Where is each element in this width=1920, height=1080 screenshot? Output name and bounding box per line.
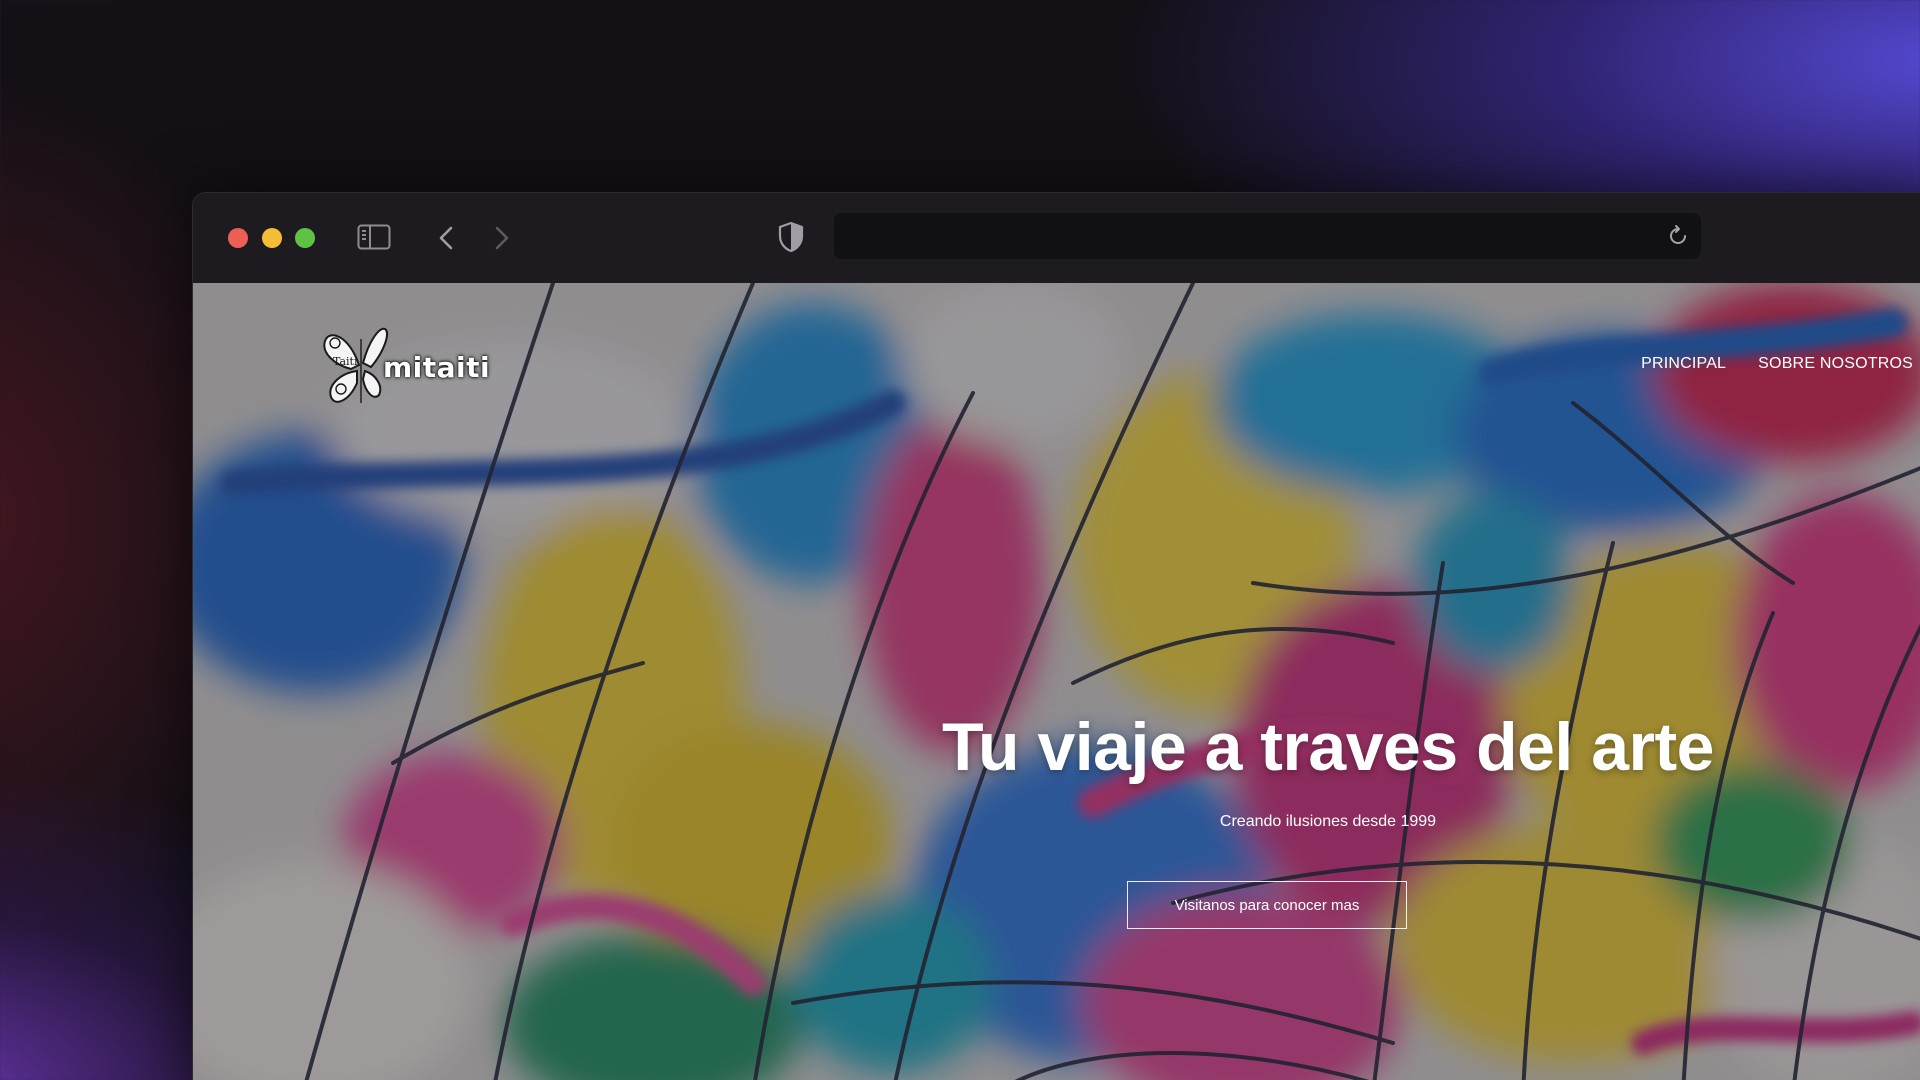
hero-subtitle: Creando ilusiones desde 1999 bbox=[1219, 813, 1437, 830]
site-logo[interactable]: Taiti mitaiti bbox=[321, 325, 491, 407]
back-icon[interactable] bbox=[433, 223, 461, 253]
web-page: Taiti mitaiti PRINCIPAL SOBRE NOSOTROS T… bbox=[193, 283, 1920, 1080]
minimize-window-button[interactable] bbox=[262, 228, 282, 248]
nav-link-principal[interactable]: PRINCIPAL bbox=[1641, 355, 1726, 373]
main-nav: PRINCIPAL SOBRE NOSOTROS bbox=[1641, 355, 1913, 373]
hero-title: Tu viaje a traves del arte bbox=[942, 709, 1714, 785]
nav-link-sobre-nosotros[interactable]: SOBRE NOSOTROS bbox=[1758, 355, 1913, 373]
maximize-window-button[interactable] bbox=[295, 228, 315, 248]
browser-toolbar bbox=[193, 193, 1920, 283]
shield-icon[interactable] bbox=[777, 221, 805, 253]
forward-icon[interactable] bbox=[487, 223, 515, 253]
address-bar[interactable] bbox=[834, 213, 1701, 259]
browser-window: Taiti mitaiti PRINCIPAL SOBRE NOSOTROS T… bbox=[192, 192, 1920, 1080]
reload-icon[interactable] bbox=[1665, 223, 1691, 249]
sidebar-icon[interactable] bbox=[357, 224, 391, 250]
close-window-button[interactable] bbox=[228, 228, 248, 248]
visit-us-button[interactable]: Visitanos para conocer mas bbox=[1127, 881, 1407, 929]
logo-emblem-text: Taiti bbox=[333, 355, 358, 368]
logo-wordmark: mitaiti bbox=[383, 351, 491, 384]
